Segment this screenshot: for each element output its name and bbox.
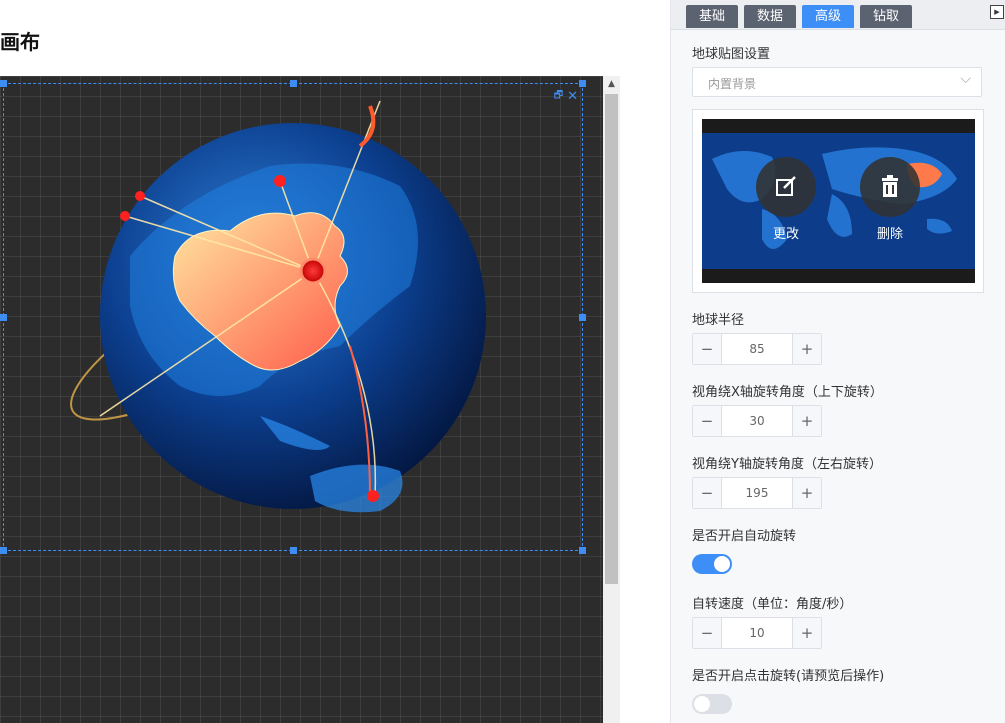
- world-map-texture-image: 更改 删除: [702, 119, 975, 283]
- y-angle-label: 视角绕Y轴旋转角度（左右旋转）: [692, 457, 882, 472]
- widget-selection-frame[interactable]: 🗗 ✕: [0, 80, 586, 554]
- restore-icon[interactable]: 🗗: [554, 88, 563, 105]
- click-rotate-label: 是否开启点击旋转(请预览后操作): [692, 669, 885, 684]
- edit-icon: [776, 176, 796, 196]
- collapse-panel-icon[interactable]: ▶: [990, 5, 1004, 19]
- resize-handle-bottom-left[interactable]: [0, 547, 7, 554]
- x-angle-label: 视角绕X轴旋转角度（上下旋转）: [692, 385, 883, 400]
- scroll-up-arrow-icon[interactable]: ▲: [603, 76, 620, 93]
- resize-handle-bottom-right[interactable]: [579, 547, 586, 554]
- change-label: 更改: [772, 227, 799, 242]
- x-angle-stepper[interactable]: − 30 +: [692, 405, 822, 437]
- canvas-title: 画布: [0, 30, 40, 54]
- delete-texture-button[interactable]: [860, 157, 920, 217]
- increment-button[interactable]: +: [792, 478, 821, 508]
- texture-label: 地球贴图设置: [692, 47, 771, 62]
- speed-stepper[interactable]: − 10 +: [692, 617, 822, 649]
- increment-button[interactable]: +: [792, 618, 821, 648]
- resize-handle-top-right[interactable]: [579, 80, 586, 87]
- radius-input[interactable]: 85: [721, 334, 793, 364]
- radius-stepper[interactable]: − 85 +: [692, 333, 822, 365]
- tab-advanced[interactable]: 高级: [802, 5, 854, 28]
- change-texture-button[interactable]: [756, 157, 816, 217]
- resize-handle-bottom[interactable]: [290, 547, 297, 554]
- delete-label: 删除: [876, 227, 903, 242]
- y-angle-stepper[interactable]: − 195 +: [692, 477, 822, 509]
- resize-handle-top[interactable]: [290, 80, 297, 87]
- switch-knob: [714, 556, 730, 572]
- properties-panel: 基础 数据 高级 钻取 ▶ 地球贴图设置 内置背景 ⌵ 更改 删除 地球半径 −…: [670, 0, 1005, 723]
- resize-handle-left[interactable]: [0, 314, 7, 321]
- speed-input[interactable]: 10: [721, 618, 793, 648]
- tab-data[interactable]: 数据: [744, 5, 796, 28]
- decrement-button[interactable]: −: [693, 406, 722, 436]
- scroll-thumb[interactable]: [605, 94, 618, 584]
- y-angle-input[interactable]: 195: [721, 478, 793, 508]
- decrement-button[interactable]: −: [693, 618, 722, 648]
- tab-bar: 基础 数据 高级 钻取 ▶: [671, 0, 1005, 30]
- decrement-button[interactable]: −: [693, 334, 722, 364]
- increment-button[interactable]: +: [792, 406, 821, 436]
- tab-basic[interactable]: 基础: [686, 5, 738, 28]
- chevron-down-icon: ⌵: [960, 71, 971, 87]
- switch-knob: [694, 696, 710, 712]
- auto-rotate-label: 是否开启自动旋转: [692, 529, 797, 544]
- tab-drill[interactable]: 钻取: [860, 5, 912, 28]
- texture-select[interactable]: 内置背景 ⌵: [692, 67, 982, 97]
- resize-handle-top-left[interactable]: [0, 80, 7, 87]
- speed-label: 自转速度（单位：角度/秒）: [692, 597, 853, 612]
- radius-label: 地球半径: [692, 313, 745, 328]
- texture-preview: 更改 删除: [692, 109, 984, 293]
- canvas-scrollbar[interactable]: ▲: [603, 76, 620, 723]
- design-canvas[interactable]: 🗗 ✕: [0, 76, 603, 723]
- world-map-thumbnail: [702, 133, 975, 269]
- texture-select-value: 内置背景: [708, 77, 757, 91]
- decrement-button[interactable]: −: [693, 478, 722, 508]
- close-icon[interactable]: ✕: [567, 89, 578, 104]
- x-angle-input[interactable]: 30: [721, 406, 793, 436]
- auto-rotate-switch[interactable]: [692, 554, 732, 574]
- resize-handle-right[interactable]: [579, 314, 586, 321]
- widget-toolbar: 🗗 ✕: [554, 88, 578, 105]
- trash-icon: [882, 175, 898, 197]
- click-rotate-switch[interactable]: [692, 694, 732, 714]
- increment-button[interactable]: +: [792, 334, 821, 364]
